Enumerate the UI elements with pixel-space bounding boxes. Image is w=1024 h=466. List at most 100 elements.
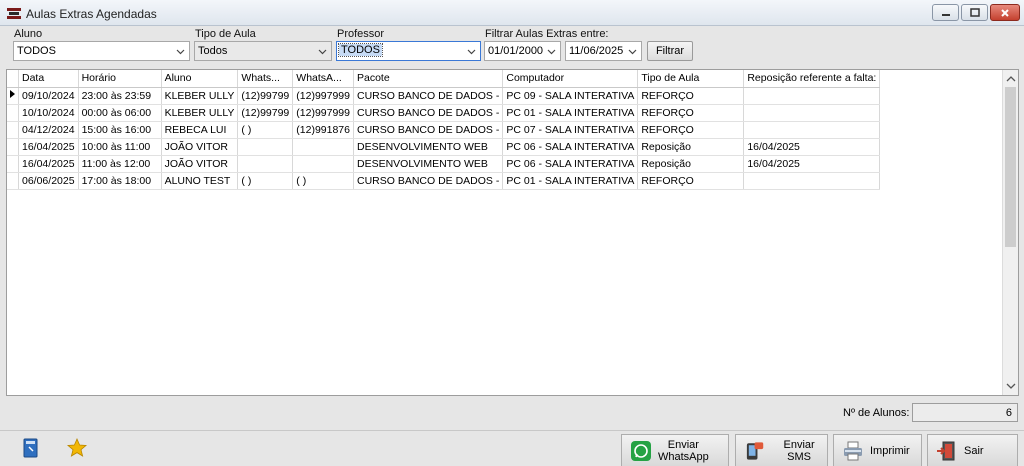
col-header-aluno[interactable]: Aluno xyxy=(161,70,239,88)
cell-computador[interactable]: PC 06 - SALA INTERATIVA xyxy=(502,155,639,173)
cell-whatsapp[interactable] xyxy=(292,155,354,173)
end-date-picker[interactable]: 11/06/2025 xyxy=(565,41,642,61)
vertical-scrollbar[interactable] xyxy=(1002,70,1018,395)
table-row[interactable]: 16/04/2025 11:00 às 12:00 JOÃO VITOR DES… xyxy=(7,155,881,173)
printer-icon xyxy=(844,441,862,460)
sair-label: Sair xyxy=(964,444,984,457)
enviar-whatsapp-button[interactable]: Enviar WhatsApp xyxy=(621,434,729,466)
cell-whatsapp[interactable]: (12)997999 xyxy=(292,87,354,105)
book-icon[interactable] xyxy=(20,437,42,459)
cell-tipo-aula[interactable]: REFORÇO xyxy=(637,172,745,190)
cell-tipo-aula[interactable]: Reposição xyxy=(637,155,745,173)
cell-horario[interactable]: 23:00 às 23:59 xyxy=(78,87,162,105)
cell-aluno[interactable]: REBECA LUI xyxy=(161,121,239,139)
cell-computador[interactable]: PC 09 - SALA INTERATIVA xyxy=(502,87,639,105)
cell-pacote[interactable]: DESENVOLVIMENTO WEB xyxy=(353,155,504,173)
col-header-whats[interactable]: Whats... xyxy=(237,70,294,88)
cell-whats[interactable]: ( ) xyxy=(237,172,294,190)
sair-button[interactable]: Sair xyxy=(927,434,1018,466)
aulas-grid[interactable]: Data Horário Aluno Whats... WhatsA... Pa… xyxy=(6,69,1019,396)
cell-reposicao[interactable] xyxy=(743,104,881,122)
cell-whatsapp[interactable] xyxy=(292,138,354,156)
imprimir-label: Imprimir xyxy=(870,444,910,457)
col-header-tipo-aula[interactable]: Tipo de Aula xyxy=(637,70,745,88)
cell-reposicao[interactable] xyxy=(743,172,881,190)
cell-tipo-aula[interactable]: REFORÇO xyxy=(637,104,745,122)
sms-label: Enviar SMS xyxy=(783,438,815,463)
cell-aluno[interactable]: ALUNO TEST xyxy=(161,172,239,190)
aluno-select[interactable]: TODOS xyxy=(13,41,190,61)
tipo-aula-select[interactable]: Todos xyxy=(194,41,332,61)
imprimir-button[interactable]: Imprimir xyxy=(833,434,922,466)
table-row[interactable]: 04/12/2024 15:00 às 16:00 REBECA LUI ( )… xyxy=(7,121,881,139)
col-header-data[interactable]: Data xyxy=(18,70,79,88)
professor-select[interactable]: TODOS xyxy=(336,41,481,61)
cell-reposicao[interactable]: 16/04/2025 xyxy=(743,155,881,173)
chevron-down-icon[interactable] xyxy=(1006,381,1016,391)
row-indicator xyxy=(7,172,19,190)
start-date-picker[interactable]: 01/01/2000 xyxy=(484,41,561,61)
cell-whats[interactable]: (12)99799 xyxy=(237,87,294,105)
col-header-horario[interactable]: Horário xyxy=(78,70,162,88)
cell-pacote[interactable]: CURSO BANCO DE DADOS - xyxy=(353,87,504,105)
cell-aluno[interactable]: JOÃO VITOR xyxy=(161,155,239,173)
col-header-computador[interactable]: Computador xyxy=(502,70,639,88)
cell-pacote[interactable]: DESENVOLVIMENTO WEB xyxy=(353,138,504,156)
cell-data[interactable]: 16/04/2025 xyxy=(18,138,79,156)
col-header-pacote[interactable]: Pacote xyxy=(353,70,504,88)
col-header-whatsapp[interactable]: WhatsA... xyxy=(292,70,354,88)
cell-tipo-aula[interactable]: REFORÇO xyxy=(637,87,745,105)
whatsapp-label: Enviar WhatsApp xyxy=(658,439,709,463)
cell-data[interactable]: 10/10/2024 xyxy=(18,104,79,122)
cell-whats[interactable]: (12)99799 xyxy=(237,104,294,122)
filtrar-button[interactable]: Filtrar xyxy=(647,41,693,61)
cell-reposicao[interactable] xyxy=(743,87,881,105)
cell-whats[interactable]: ( ) xyxy=(237,121,294,139)
current-row-indicator xyxy=(7,87,19,105)
maximize-button[interactable] xyxy=(961,4,988,21)
table-row[interactable]: 10/10/2024 00:00 às 06:00 KLEBER ULLY (1… xyxy=(7,104,881,122)
cell-computador[interactable]: PC 06 - SALA INTERATIVA xyxy=(502,138,639,156)
table-row[interactable]: 09/10/2024 23:00 às 23:59 KLEBER ULLY (1… xyxy=(7,87,881,105)
cell-pacote[interactable]: CURSO BANCO DE DADOS - xyxy=(353,104,504,122)
aluno-value: TODOS xyxy=(17,45,56,57)
enviar-sms-button[interactable]: Enviar SMS xyxy=(735,434,828,466)
table-row[interactable]: 06/06/2025 17:00 às 18:00 ALUNO TEST ( )… xyxy=(7,172,881,190)
cell-computador[interactable]: PC 01 - SALA INTERATIVA xyxy=(502,172,639,190)
minimize-button[interactable] xyxy=(932,4,959,21)
cell-tipo-aula[interactable]: Reposição xyxy=(637,138,745,156)
star-icon[interactable] xyxy=(66,437,88,459)
cell-pacote[interactable]: CURSO BANCO DE DADOS - xyxy=(353,172,504,190)
cell-whats[interactable] xyxy=(237,138,294,156)
cell-reposicao[interactable]: 16/04/2025 xyxy=(743,138,881,156)
close-button[interactable] xyxy=(990,4,1020,21)
cell-whatsapp[interactable]: (12)991876 xyxy=(292,121,354,139)
cell-aluno[interactable]: KLEBER ULLY xyxy=(161,87,239,105)
cell-tipo-aula[interactable]: REFORÇO xyxy=(637,121,745,139)
row-indicator xyxy=(7,121,19,139)
cell-data[interactable]: 16/04/2025 xyxy=(18,155,79,173)
cell-reposicao[interactable] xyxy=(743,121,881,139)
cell-horario[interactable]: 11:00 às 12:00 xyxy=(78,155,162,173)
cell-whatsapp[interactable]: ( ) xyxy=(292,172,354,190)
cell-aluno[interactable]: JOÃO VITOR xyxy=(161,138,239,156)
cell-computador[interactable]: PC 07 - SALA INTERATIVA xyxy=(502,121,639,139)
col-header-reposicao[interactable]: Reposição referente a falta: xyxy=(743,70,881,88)
cell-horario[interactable]: 17:00 às 18:00 xyxy=(78,172,162,190)
cell-pacote[interactable]: CURSO BANCO DE DADOS - xyxy=(353,121,504,139)
cell-aluno[interactable]: KLEBER ULLY xyxy=(161,104,239,122)
cell-horario[interactable]: 15:00 às 16:00 xyxy=(78,121,162,139)
aluno-count-value: 6 xyxy=(912,403,1018,422)
cell-data[interactable]: 04/12/2024 xyxy=(18,121,79,139)
chevron-up-icon[interactable] xyxy=(1006,74,1016,84)
cell-horario[interactable]: 00:00 às 06:00 xyxy=(78,104,162,122)
scrollbar-thumb[interactable] xyxy=(1005,87,1016,247)
sms-icon xyxy=(746,441,764,460)
table-row[interactable]: 16/04/2025 10:00 às 11:00 JOÃO VITOR DES… xyxy=(7,138,881,156)
cell-data[interactable]: 06/06/2025 xyxy=(18,172,79,190)
cell-whats[interactable] xyxy=(237,155,294,173)
cell-whatsapp[interactable]: (12)997999 xyxy=(292,104,354,122)
cell-computador[interactable]: PC 01 - SALA INTERATIVA xyxy=(502,104,639,122)
cell-data[interactable]: 09/10/2024 xyxy=(18,87,79,105)
cell-horario[interactable]: 10:00 às 11:00 xyxy=(78,138,162,156)
